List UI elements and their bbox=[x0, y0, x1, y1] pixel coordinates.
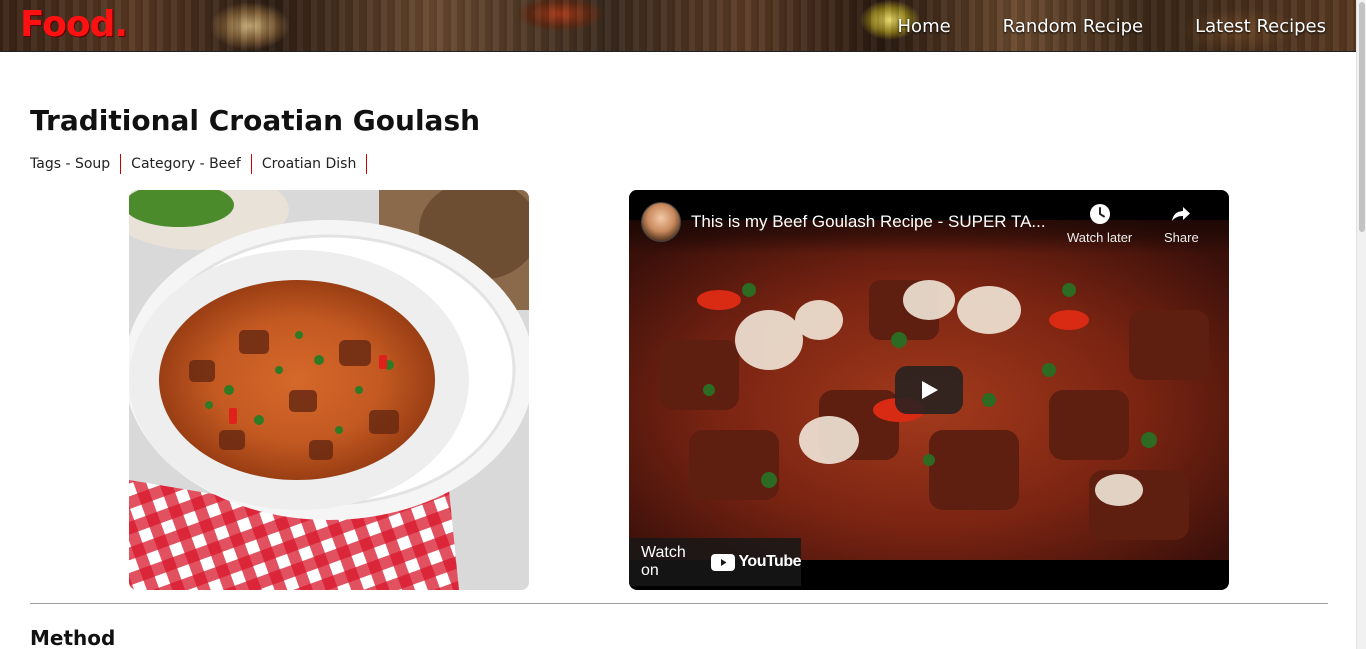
video-title[interactable]: This is my Beef Goulash Recipe - SUPER T… bbox=[691, 212, 1051, 232]
method-heading: Method bbox=[30, 626, 116, 649]
tag-croatian-dish: Croatian Dish bbox=[262, 154, 368, 174]
tag-soup: Tags - Soup bbox=[30, 154, 122, 174]
nav-random-recipe[interactable]: Random Recipe bbox=[1003, 16, 1143, 37]
nav-home[interactable]: Home bbox=[898, 16, 951, 37]
share-arrow-icon bbox=[1172, 207, 1191, 221]
site-logo[interactable]: Food. bbox=[20, 4, 128, 45]
play-icon bbox=[922, 381, 938, 399]
goulash-photo bbox=[129, 190, 529, 590]
main-nav: Home Random Recipe Latest Recipes bbox=[898, 16, 1326, 37]
share-button[interactable]: Share bbox=[1164, 202, 1199, 245]
nav-latest-recipes[interactable]: Latest Recipes bbox=[1195, 16, 1326, 37]
video-title-bar: This is my Beef Goulash Recipe - SUPER T… bbox=[629, 190, 1229, 254]
clock-icon bbox=[1089, 204, 1110, 224]
section-divider bbox=[30, 603, 1328, 604]
tag-category-beef: Category - Beef bbox=[131, 154, 252, 174]
recipe-image bbox=[129, 190, 529, 590]
channel-avatar[interactable] bbox=[641, 202, 681, 242]
watch-later-label: Watch later bbox=[1067, 230, 1133, 245]
youtube-logo: YouTube bbox=[711, 553, 801, 571]
watch-on-youtube-button[interactable]: Watch on YouTube bbox=[629, 538, 801, 586]
site-header: Food. Home Random Recipe Latest Recipes bbox=[0, 0, 1356, 52]
play-button[interactable] bbox=[895, 366, 963, 414]
youtube-logo-icon bbox=[711, 553, 736, 571]
youtube-embed[interactable]: This is my Beef Goulash Recipe - SUPER T… bbox=[629, 190, 1229, 590]
watch-later-button[interactable]: Watch later bbox=[1067, 202, 1132, 245]
youtube-wordmark: YouTube bbox=[738, 553, 801, 570]
watch-on-label: Watch on bbox=[641, 544, 686, 579]
share-label: Share bbox=[1164, 230, 1199, 245]
page-scrollbar[interactable] bbox=[1356, 0, 1366, 649]
recipe-tags: Tags - Soup Category - Beef Croatian Dis… bbox=[30, 154, 377, 174]
scrollbar-thumb[interactable] bbox=[1359, 2, 1365, 232]
recipe-title: Traditional Croatian Goulash bbox=[30, 104, 481, 137]
